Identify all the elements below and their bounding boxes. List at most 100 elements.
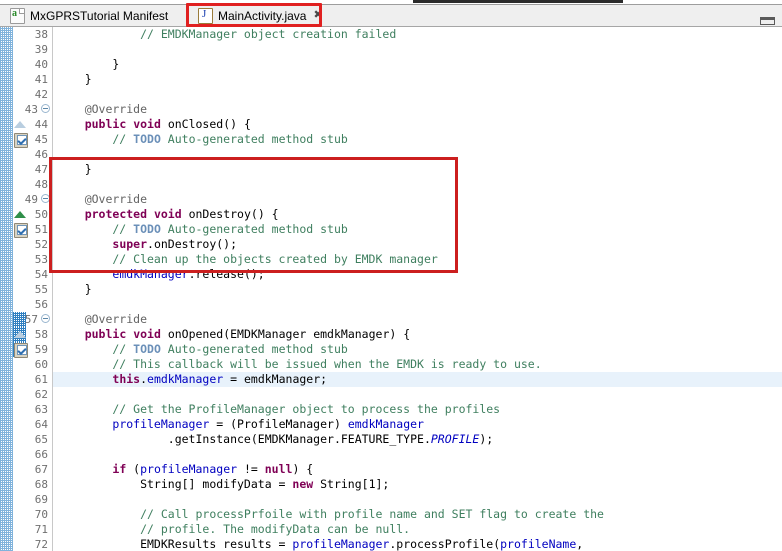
code-line[interactable]: }	[53, 282, 782, 297]
code-line[interactable]: public void onOpened(EMDKManager emdkMan…	[53, 327, 782, 342]
code-line[interactable]: emdkManager.release();	[53, 267, 782, 282]
code-line[interactable]: // Call processPrfoile with profile name…	[53, 507, 782, 522]
gutter-row[interactable]: 68	[13, 477, 52, 492]
gutter-row[interactable]: 51	[13, 222, 52, 237]
code-line[interactable]: @Override	[53, 312, 782, 327]
gutter-row[interactable]: 60	[13, 357, 52, 372]
code-line[interactable]: protected void onDestroy() {	[53, 207, 782, 222]
code-line[interactable]	[53, 147, 782, 162]
annotation-change-bar[interactable]	[0, 27, 13, 551]
code-token: // Call processPrfoile with profile name…	[57, 507, 604, 521]
code-token: );	[479, 432, 493, 446]
line-number: 38	[35, 27, 48, 42]
fold-collapse-icon[interactable]	[41, 194, 50, 203]
code-line[interactable]	[53, 87, 782, 102]
gutter-row[interactable]: 57	[13, 312, 52, 327]
code-line[interactable]: // Clean up the objects created by EMDK …	[53, 252, 782, 267]
tab-mxgprstutorial-manifest[interactable]: MxGPRSTutorial Manifest	[4, 5, 174, 26]
code-line[interactable]: // EMDKManager object creation failed	[53, 27, 782, 42]
gutter-row[interactable]: 48	[13, 177, 52, 192]
gutter-row[interactable]: 63	[13, 402, 52, 417]
gutter-row[interactable]: 47	[13, 162, 52, 177]
gutter-row[interactable]: 53	[13, 252, 52, 267]
tab-label: MainActivity.java	[218, 9, 306, 23]
gutter-row[interactable]: 67	[13, 462, 52, 477]
gutter-row[interactable]: 64	[13, 417, 52, 432]
gutter-row[interactable]: 70	[13, 507, 52, 522]
line-number: 65	[35, 432, 48, 447]
code-token: }	[57, 282, 92, 296]
gutter-row[interactable]: 40	[13, 57, 52, 72]
code-line[interactable]	[53, 492, 782, 507]
code-line[interactable]: super.onDestroy();	[53, 237, 782, 252]
gutter-row[interactable]: 41	[13, 72, 52, 87]
code-token: new	[292, 477, 313, 491]
gutter-row[interactable]: 44	[13, 117, 52, 132]
gutter-row[interactable]: 45	[13, 132, 52, 147]
gutter-row[interactable]: 72	[13, 537, 52, 551]
gutter-row[interactable]: 42	[13, 87, 52, 102]
code-line[interactable]: profileManager = (ProfileManager) emdkMa…	[53, 417, 782, 432]
gutter-row[interactable]: 39	[13, 42, 52, 57]
fold-collapse-icon[interactable]	[41, 314, 50, 323]
code-line[interactable]: @Override	[53, 102, 782, 117]
gutter-row[interactable]: 71	[13, 522, 52, 537]
override-method-icon[interactable]	[14, 121, 26, 128]
gutter-row[interactable]: 50	[13, 207, 52, 222]
gutter-row[interactable]: 54	[13, 267, 52, 282]
code-token: // Get the ProfileManager object to proc…	[57, 402, 500, 416]
gutter-row[interactable]: 58	[13, 327, 52, 342]
gutter-row[interactable]: 66	[13, 447, 52, 462]
tab-mainactivity-java[interactable]: MainActivity.java ✖	[192, 5, 329, 26]
code-token	[57, 117, 85, 131]
code-line[interactable]: .getInstance(EMDKManager.FEATURE_TYPE.PR…	[53, 432, 782, 447]
line-number-gutter[interactable]: 3839404142434445464748495051525354555657…	[13, 27, 52, 551]
code-line[interactable]	[53, 42, 782, 57]
gutter-row[interactable]: 46	[13, 147, 52, 162]
gutter-row[interactable]: 55	[13, 282, 52, 297]
todo-task-icon[interactable]	[14, 223, 28, 238]
chrome-dark-bar	[413, 0, 623, 3]
code-line[interactable]: @Override	[53, 192, 782, 207]
gutter-row[interactable]: 65	[13, 432, 52, 447]
code-line[interactable]: // TODO Auto-generated method stub	[53, 132, 782, 147]
code-line[interactable]	[53, 447, 782, 462]
code-line[interactable]: if (profileManager != null) {	[53, 462, 782, 477]
close-icon[interactable]: ✖	[313, 10, 322, 21]
gutter-row[interactable]: 59	[13, 342, 52, 357]
code-token	[57, 267, 112, 281]
todo-task-icon[interactable]	[14, 133, 28, 148]
code-line[interactable]	[53, 297, 782, 312]
fold-collapse-icon[interactable]	[41, 104, 50, 113]
gutter-row[interactable]: 56	[13, 297, 52, 312]
code-line[interactable]: // This callback will be issued when the…	[53, 357, 782, 372]
gutter-row[interactable]: 43	[13, 102, 52, 117]
code-token: //	[57, 222, 133, 236]
gutter-row[interactable]: 38	[13, 27, 52, 42]
code-text-area[interactable]: // EMDKManager object creation failed } …	[53, 27, 782, 551]
code-line[interactable]: // TODO Auto-generated method stub	[53, 342, 782, 357]
code-line[interactable]: }	[53, 162, 782, 177]
code-token	[57, 417, 112, 431]
gutter-row[interactable]: 49	[13, 192, 52, 207]
override-method-icon[interactable]	[14, 211, 26, 218]
code-line[interactable]: String[] modifyData = new String[1];	[53, 477, 782, 492]
gutter-row[interactable]: 52	[13, 237, 52, 252]
code-editor[interactable]: 3839404142434445464748495051525354555657…	[0, 27, 782, 551]
code-line[interactable]: // TODO Auto-generated method stub	[53, 222, 782, 237]
code-line[interactable]: this.emdkManager = emdkManager;	[53, 372, 782, 387]
code-line[interactable]: }	[53, 57, 782, 72]
restore-window-icon[interactable]	[760, 17, 775, 25]
code-line[interactable]: EMDKResults results = profileManager.pro…	[53, 537, 782, 551]
gutter-row[interactable]: 62	[13, 387, 52, 402]
gutter-row[interactable]: 69	[13, 492, 52, 507]
override-method-icon[interactable]	[14, 331, 26, 338]
gutter-row[interactable]: 61	[13, 372, 52, 387]
code-line[interactable]	[53, 177, 782, 192]
code-line[interactable]	[53, 387, 782, 402]
code-line[interactable]: public void onClosed() {	[53, 117, 782, 132]
code-line[interactable]: // profile. The modifyData can be null.	[53, 522, 782, 537]
code-line[interactable]: // Get the ProfileManager object to proc…	[53, 402, 782, 417]
todo-task-icon[interactable]	[14, 343, 28, 358]
code-line[interactable]: }	[53, 72, 782, 87]
